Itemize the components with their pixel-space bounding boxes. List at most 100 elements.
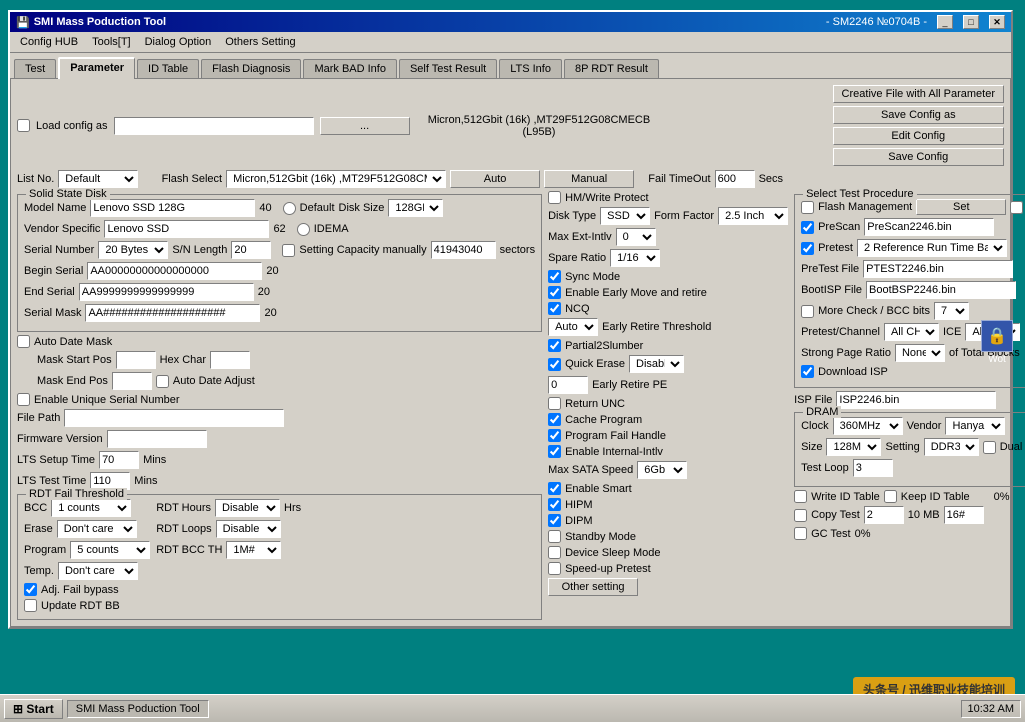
update-rdt-bb-checkbox[interactable] bbox=[24, 599, 37, 612]
close-button[interactable]: ✕ bbox=[989, 15, 1005, 29]
other-setting-button[interactable]: Other setting bbox=[548, 578, 638, 596]
temp-select[interactable]: Don't care bbox=[58, 562, 138, 580]
model-name-input[interactable] bbox=[90, 199, 255, 217]
pretest-file-input[interactable] bbox=[863, 260, 1013, 278]
program-select[interactable]: 5 counts bbox=[70, 541, 150, 559]
flash-mgmt-checkbox[interactable] bbox=[801, 201, 814, 214]
dram-clock-select[interactable]: 360MHz bbox=[833, 417, 903, 435]
tab-flash-diagnosis[interactable]: Flash Diagnosis bbox=[201, 59, 301, 78]
prescan-checkbox[interactable] bbox=[801, 221, 814, 234]
menu-dialog-option[interactable]: Dialog Option bbox=[139, 34, 218, 50]
auto-date-adjust-checkbox[interactable] bbox=[156, 375, 169, 388]
rdt-hours-select[interactable]: Disable bbox=[215, 499, 280, 517]
copy-test-checkbox[interactable] bbox=[794, 509, 807, 522]
mask-end-input[interactable] bbox=[112, 372, 152, 390]
menu-others-setting[interactable]: Others Setting bbox=[219, 34, 301, 50]
auto-date-mask-checkbox[interactable] bbox=[17, 335, 30, 348]
creative-file-button[interactable]: Creative File with All Parameter bbox=[833, 85, 1004, 103]
boot-isp-file-input[interactable] bbox=[866, 281, 1016, 299]
cache-program-checkbox[interactable] bbox=[548, 413, 561, 426]
dram-setting-select[interactable]: DDR3 bbox=[924, 438, 979, 456]
sn-length-input[interactable] bbox=[231, 241, 271, 259]
default-radio[interactable] bbox=[283, 202, 296, 215]
begin-serial-input[interactable] bbox=[87, 262, 262, 280]
hipm-checkbox[interactable] bbox=[548, 498, 561, 511]
end-serial-input[interactable] bbox=[79, 283, 254, 301]
pretest-dropdown[interactable]: 2 Reference Run Time Bad bbox=[857, 239, 1007, 257]
tab-self-test-result[interactable]: Self Test Result bbox=[399, 59, 497, 78]
adj-fail-bypass-checkbox[interactable] bbox=[24, 583, 37, 596]
tab-8p-rdt-result[interactable]: 8P RDT Result bbox=[564, 59, 659, 78]
partial2slumber-checkbox[interactable] bbox=[548, 339, 561, 352]
bcc-select[interactable]: 1 counts bbox=[51, 499, 131, 517]
enable-smart-checkbox[interactable] bbox=[548, 482, 561, 495]
gc-test-checkbox[interactable] bbox=[794, 527, 807, 540]
fail-timeout-input[interactable] bbox=[715, 170, 755, 188]
save-config-button[interactable]: Save Config bbox=[833, 148, 1004, 166]
rdt-bcc-th-select[interactable]: 1M# bbox=[226, 541, 281, 559]
prescan-file-input[interactable] bbox=[864, 218, 994, 236]
dram-vendor-select[interactable]: Hanya bbox=[945, 417, 1005, 435]
tab-lts-info[interactable]: LTS Info bbox=[499, 59, 562, 78]
desktop-icon[interactable]: 🔒 Wot bbox=[981, 320, 1013, 365]
dipm-checkbox[interactable] bbox=[548, 514, 561, 527]
strong-page-ratio-select[interactable]: None bbox=[895, 344, 945, 362]
manual-button[interactable]: Manual bbox=[544, 170, 634, 188]
load-config-browse-btn[interactable]: ... bbox=[320, 117, 410, 135]
menu-tools[interactable]: Tools[T] bbox=[86, 34, 137, 50]
copy-test-input1[interactable] bbox=[864, 506, 904, 524]
idema-radio[interactable] bbox=[297, 223, 310, 236]
more-check-select[interactable]: 7 bbox=[934, 302, 969, 320]
tab-parameter[interactable]: Parameter bbox=[58, 57, 135, 79]
erase-select[interactable]: Don't care bbox=[57, 520, 137, 538]
download-isp-checkbox[interactable] bbox=[801, 365, 814, 378]
pretest-channel-select[interactable]: All CH bbox=[884, 323, 939, 341]
flash-select-dropdown[interactable]: Micron,512Gbit (16k) ,MT29F512G08CMECB (… bbox=[226, 170, 446, 188]
lts-setup-input[interactable] bbox=[99, 451, 139, 469]
vendor-specific-input[interactable] bbox=[104, 220, 269, 238]
disk-size-select[interactable]: 128GB bbox=[388, 199, 443, 217]
isp-file-input[interactable] bbox=[836, 391, 996, 409]
tab-test[interactable]: Test bbox=[14, 59, 56, 78]
standby-mode-checkbox[interactable] bbox=[548, 530, 561, 543]
quick-erase-select[interactable]: Disable bbox=[629, 355, 684, 373]
mask-start-input[interactable] bbox=[116, 351, 156, 369]
setting-cap-checkbox[interactable] bbox=[282, 244, 295, 257]
rdt-loops-select[interactable]: Disable bbox=[216, 520, 281, 538]
tab-mark-bad-info[interactable]: Mark BAD Info bbox=[303, 59, 397, 78]
minimize-button[interactable]: _ bbox=[937, 15, 953, 29]
form-factor-select[interactable]: 2.5 Inch bbox=[718, 207, 788, 225]
ncq-checkbox[interactable] bbox=[548, 302, 561, 315]
edit-config-button[interactable]: Edit Config bbox=[833, 127, 1004, 145]
load-config-input[interactable] bbox=[114, 117, 314, 135]
tab-id-table[interactable]: ID Table bbox=[137, 59, 199, 78]
speed-up-pretest-checkbox[interactable] bbox=[548, 562, 561, 575]
disk-type-select[interactable]: SSD bbox=[600, 207, 650, 225]
test-loop-input[interactable] bbox=[853, 459, 893, 477]
dual-dram-checkbox[interactable] bbox=[983, 441, 996, 454]
hex-char-input[interactable] bbox=[210, 351, 250, 369]
unique-serial-checkbox[interactable] bbox=[17, 393, 30, 406]
return-unc-checkbox[interactable] bbox=[548, 397, 561, 410]
spare-ratio-select[interactable]: 1/16 bbox=[610, 249, 660, 267]
keep-id-table-checkbox[interactable] bbox=[884, 490, 897, 503]
setting-cap-input[interactable] bbox=[431, 241, 496, 259]
early-retire-pe-input[interactable] bbox=[548, 376, 588, 394]
write-id-table-checkbox[interactable] bbox=[794, 490, 807, 503]
firmware-version-input[interactable] bbox=[107, 430, 207, 448]
enable-early-move-checkbox[interactable] bbox=[548, 286, 561, 299]
early-retire-auto-select[interactable]: Auto bbox=[548, 318, 598, 336]
auto-button[interactable]: Auto bbox=[450, 170, 540, 188]
maximize-button[interactable]: □ bbox=[963, 15, 979, 29]
copy-test-input2[interactable] bbox=[944, 506, 984, 524]
taskbar-item-smi[interactable]: SMI Mass Poduction Tool bbox=[67, 700, 209, 718]
max-ext-intlv-select[interactable]: 0 bbox=[616, 228, 656, 246]
more-check-checkbox[interactable] bbox=[801, 305, 814, 318]
pretest-checkbox[interactable] bbox=[801, 242, 814, 255]
load-config-checkbox[interactable] bbox=[17, 119, 30, 132]
list-no-select[interactable]: Default bbox=[58, 170, 138, 188]
device-sleep-mode-checkbox[interactable] bbox=[548, 546, 561, 559]
quick-erase-checkbox[interactable] bbox=[548, 358, 561, 371]
serial-bytes-select[interactable]: 20 Bytes bbox=[98, 241, 168, 259]
dram-size-select[interactable]: 128M bbox=[826, 438, 881, 456]
